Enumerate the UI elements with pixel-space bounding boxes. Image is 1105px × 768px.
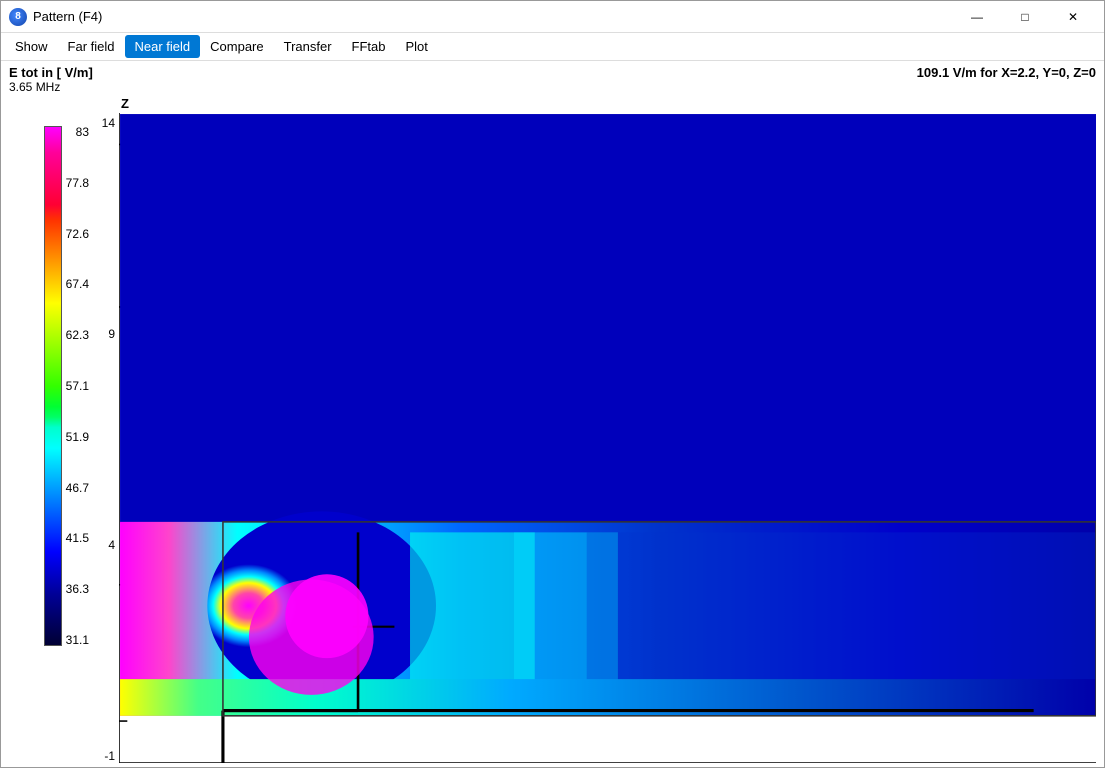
menu-fftab[interactable]: FFtab — [342, 35, 396, 58]
field-reading: 109.1 V/m for X=2.2, Y=0, Z=0 — [917, 65, 1096, 80]
menu-plot[interactable]: Plot — [396, 35, 438, 58]
menu-near-field[interactable]: Near field — [125, 35, 201, 58]
heatmap-svg — [119, 113, 1096, 763]
colorbar-value-5: 57.1 — [66, 380, 89, 392]
z-axis-label: Z — [121, 96, 1096, 111]
plot-area: 14 9 4 -1 Z — [89, 96, 1096, 763]
colorbar-value-10: 31.1 — [66, 634, 89, 646]
window-title: Pattern (F4) — [33, 9, 954, 24]
colorbar-gradient — [44, 126, 62, 646]
colorbar-value-0: 83 — [66, 126, 89, 138]
close-button[interactable]: ✕ — [1050, 1, 1096, 33]
frequency-label: 3.65 MHz — [9, 80, 93, 94]
menu-transfer[interactable]: Transfer — [274, 35, 342, 58]
colorbar-value-1: 77.8 — [66, 177, 89, 189]
menu-far-field[interactable]: Far field — [58, 35, 125, 58]
colorbar-value-2: 72.6 — [66, 228, 89, 240]
y-axis-14: 14 — [102, 116, 115, 130]
colorbar-value-6: 51.9 — [66, 431, 89, 443]
plot-container: 83 77.8 72.6 67.4 62.3 57.1 51.9 46.7 41… — [9, 96, 1096, 763]
axis-container: 14 9 4 -1 Z — [89, 96, 1096, 763]
colorbar-value-7: 46.7 — [66, 482, 89, 494]
app-icon: 8 — [9, 8, 27, 26]
colorbar-value-4: 62.3 — [66, 329, 89, 341]
window-controls: — □ ✕ — [954, 1, 1096, 33]
y-axis: 14 9 4 -1 — [89, 96, 119, 763]
minimize-button[interactable]: — — [954, 1, 1000, 33]
colorbar-value-9: 36.3 — [66, 583, 89, 595]
colorbar-value-8: 41.5 — [66, 532, 89, 544]
y-axis-9: 9 — [108, 327, 115, 341]
colorbar-scale: 83 77.8 72.6 67.4 62.3 57.1 51.9 46.7 41… — [44, 126, 89, 646]
info-left: E tot in [ V/m] 3.65 MHz — [9, 65, 93, 94]
menu-show[interactable]: Show — [5, 35, 58, 58]
menu-bar: Show Far field Near field Compare Transf… — [1, 33, 1104, 61]
y-axis-minus1: -1 — [104, 749, 115, 763]
content-area: E tot in [ V/m] 3.65 MHz 109.1 V/m for X… — [1, 61, 1104, 767]
colorbar: 83 77.8 72.6 67.4 62.3 57.1 51.9 46.7 41… — [9, 96, 89, 763]
chart-with-xaxis: Z — [119, 96, 1096, 763]
title-bar: 8 Pattern (F4) — □ ✕ — [1, 1, 1104, 33]
main-window: 8 Pattern (F4) — □ ✕ Show Far field Near… — [0, 0, 1105, 768]
field-label: E tot in [ V/m] — [9, 65, 93, 80]
colorbar-value-3: 67.4 — [66, 278, 89, 290]
y-axis-4: 4 — [108, 538, 115, 552]
maximize-button[interactable]: □ — [1002, 1, 1048, 33]
info-row: E tot in [ V/m] 3.65 MHz 109.1 V/m for X… — [9, 65, 1096, 94]
chart-canvas[interactable] — [119, 113, 1096, 763]
colorbar-labels: 83 77.8 72.6 67.4 62.3 57.1 51.9 46.7 41… — [66, 126, 89, 646]
menu-compare[interactable]: Compare — [200, 35, 273, 58]
